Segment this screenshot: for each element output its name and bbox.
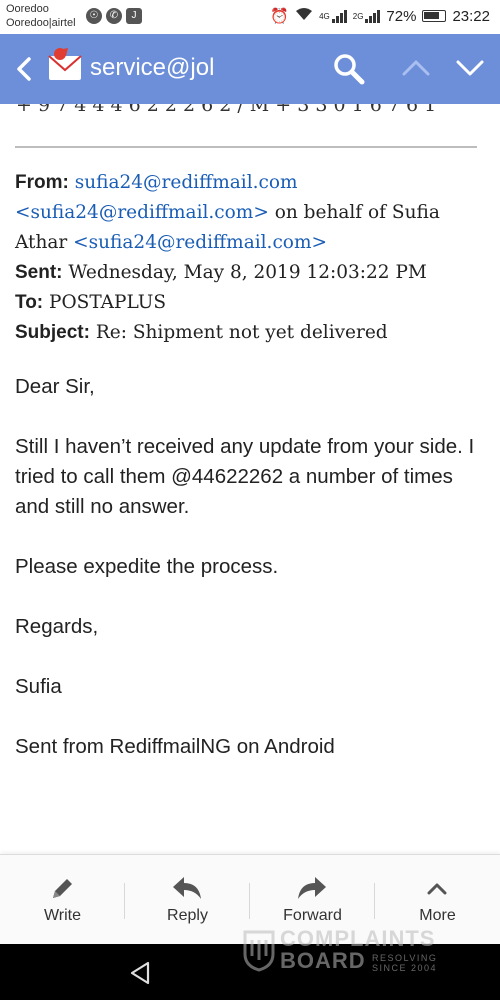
status-right: ⏰ 4G 2G 72% 23:22 — [270, 7, 490, 26]
divider — [15, 146, 477, 148]
write-label: Write — [43, 907, 82, 924]
closing: Regards, — [15, 615, 99, 638]
watermark-subtitle: BOARD — [280, 948, 366, 973]
watermark-tagline: RESOLVING SINCE 2004 — [372, 953, 438, 973]
wifi-icon — [295, 7, 313, 25]
from-email-link-2[interactable]: <sufia24@rediffmail.com> — [15, 202, 269, 223]
from-label: From: — [15, 172, 69, 193]
reply-icon — [173, 877, 201, 899]
clock: 23:22 — [452, 7, 490, 25]
pencil-icon — [53, 879, 72, 898]
from-email-link[interactable]: sufia24@rediffmail.com — [75, 172, 298, 193]
watermark: COMPLAINTS BOARD RESOLVING SINCE 2004 — [240, 926, 480, 990]
reply-label: Reply — [167, 907, 208, 924]
to-label: To: — [15, 292, 44, 313]
write-button[interactable]: Write — [0, 855, 125, 945]
whatsapp-icon: ✆ — [106, 8, 122, 24]
sent-line: Sent: Wednesday, May 8, 2019 12:03:22 PM — [15, 258, 485, 288]
j-icon: J — [126, 8, 142, 24]
signal-icon-1 — [331, 9, 347, 23]
previous-icon[interactable] — [400, 56, 432, 80]
carrier-1: Ooredoo — [6, 3, 49, 15]
forward-icon — [298, 877, 326, 899]
body-paragraph-2: Please expedite the process. — [15, 555, 279, 578]
navigation-bar: COMPLAINTS BOARD RESOLVING SINCE 2004 — [0, 928, 500, 1000]
network-type-2: 2G — [352, 11, 364, 21]
search-icon[interactable] — [332, 52, 366, 86]
watermark-title: COMPLAINTS — [280, 926, 436, 951]
battery-icon — [422, 10, 447, 22]
email-body: Dear Sir, Still I haven’t received any u… — [15, 372, 485, 792]
email-footer: Sent from RediffmailNG on Android — [15, 735, 335, 758]
reply-button[interactable]: Reply — [125, 855, 250, 945]
to-value: POSTAPLUS — [49, 292, 166, 313]
carrier-info: Ooredoo Ooredoo|airtel — [6, 2, 76, 30]
sent-value: Wednesday, May 8, 2019 12:03:22 PM — [68, 262, 427, 283]
alarm-icon: ⏰ — [270, 8, 290, 25]
back-icon[interactable] — [14, 56, 36, 82]
battery-percent: 72% — [386, 7, 417, 25]
email-content: + 9 7 4 4 4 6 2 2 2 6 2 / M + 3 3 0 1 6 … — [0, 104, 500, 854]
next-icon[interactable] — [454, 56, 486, 80]
network-type-1: 4G — [319, 11, 330, 21]
from-email-link-3[interactable]: <sufia24@rediffmail.com> — [73, 232, 327, 253]
to-line: To: POSTAPLUS — [15, 288, 485, 318]
signature: Sufia — [15, 675, 62, 698]
rediffmail-logo — [48, 48, 82, 80]
carrier-2: Ooredoo|airtel — [6, 17, 76, 29]
subject-label: Subject: — [15, 322, 90, 343]
messenger-icon: ☉ — [86, 8, 102, 24]
notification-icons: ☉ ✆ J — [86, 8, 142, 24]
signal-icon-2 — [365, 9, 381, 23]
nav-back-icon[interactable] — [128, 960, 152, 986]
email-headers: From: sufia24@rediffmail.com <sufia24@re… — [15, 168, 485, 348]
from-line: From: sufia24@rediffmail.com <sufia24@re… — [15, 168, 485, 258]
app-bar: service@jol — [0, 34, 500, 104]
body-paragraph-1: Still I haven’t received any update from… — [15, 435, 475, 518]
chevron-up-icon — [427, 883, 447, 895]
forward-label: Forward — [283, 907, 342, 924]
status-bar: Ooredoo Ooredoo|airtel ☉ ✆ J ⏰ 4G 2G 72%… — [0, 0, 500, 34]
subject-value: Re: Shipment not yet delivered — [95, 322, 388, 343]
subject-line: Subject: Re: Shipment not yet delivered — [15, 318, 485, 348]
truncated-line: + 9 7 4 4 4 6 2 2 2 6 2 / M + 3 3 0 1 6 … — [16, 104, 437, 116]
app-title: service@jol — [90, 54, 215, 81]
greeting: Dear Sir, — [15, 375, 95, 398]
more-label: More — [419, 907, 456, 924]
sent-label: Sent: — [15, 262, 63, 283]
watermark-shield-icon — [243, 930, 275, 972]
